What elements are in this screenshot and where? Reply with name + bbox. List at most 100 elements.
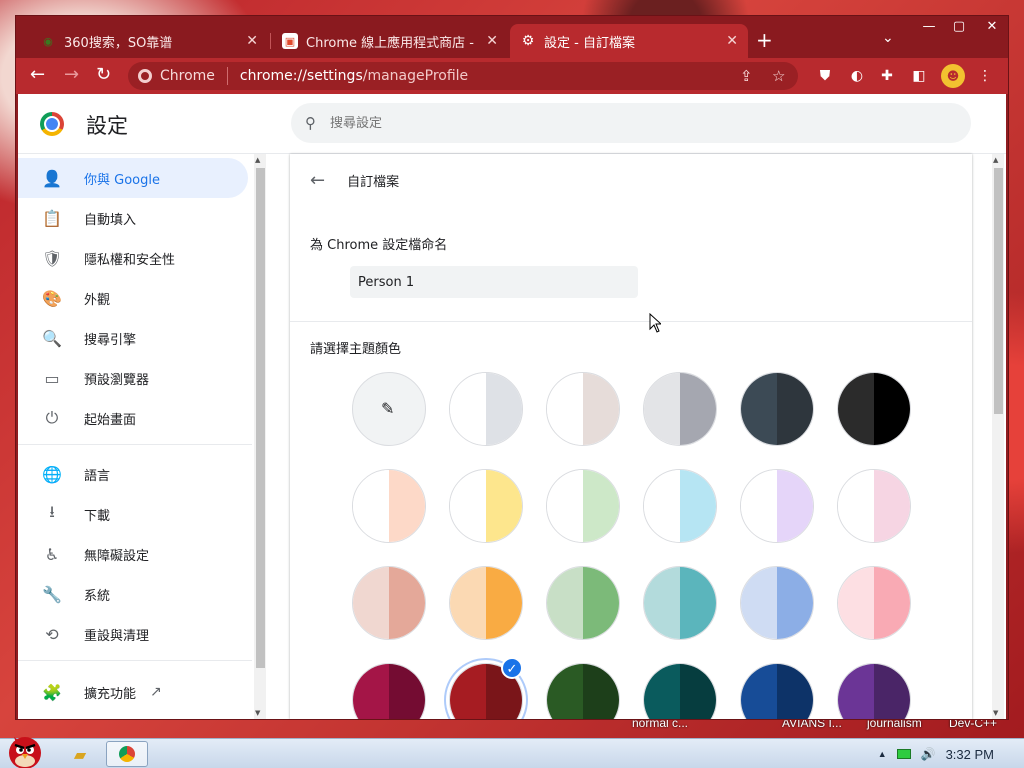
taskbar-folder-app[interactable]: ▰ — [62, 741, 98, 767]
swatch-right-half — [874, 373, 910, 445]
theme-color-swatch[interactable] — [643, 372, 717, 446]
theme-color-swatch[interactable] — [643, 566, 717, 640]
scrollbar-thumb[interactable] — [256, 168, 265, 668]
settings-page: 設定 ⚲ 👤 你與 Google 📋 自動填入 🛡 隱私權和安全性 🎨 外觀 — [18, 94, 1006, 719]
tab-web-store[interactable]: ▣ Chrome 線上應用程式商店 - chi ✕ — [272, 24, 508, 58]
scroll-up-arrow-icon[interactable]: ▲ — [993, 156, 998, 164]
theme-color-swatch[interactable] — [740, 372, 814, 446]
theme-color-swatch[interactable] — [546, 372, 620, 446]
tab-settings[interactable]: ⚙ 設定 - 自訂檔案 ✕ — [510, 24, 748, 58]
theme-color-swatch[interactable] — [546, 566, 620, 640]
theme-color-swatch[interactable] — [449, 372, 523, 446]
extensions-puzzle-icon[interactable]: ✚ — [878, 67, 896, 85]
sidebar-item-appearance[interactable]: 🎨 外觀 — [18, 278, 248, 318]
swatch-right-half — [583, 567, 619, 639]
browser-icon: ▭ — [44, 368, 60, 388]
swatch-left-half — [644, 470, 680, 542]
maximize-button[interactable]: ▢ — [944, 16, 974, 40]
theme-color-swatch[interactable] — [352, 663, 426, 719]
theme-color-swatch[interactable] — [740, 469, 814, 543]
minimize-button[interactable]: — — [914, 16, 944, 40]
theme-color-swatch[interactable] — [837, 372, 911, 446]
ublock-extension-icon[interactable]: ⛊ — [816, 67, 834, 85]
theme-color-swatch[interactable] — [352, 469, 426, 543]
new-tab-button[interactable]: + — [756, 30, 773, 50]
system-tray: ▲ 🔊 3:32 PM — [878, 739, 1024, 768]
sidebar-item-languages[interactable]: 🌐 語言 — [18, 454, 248, 494]
swatch-right-half — [486, 470, 522, 542]
close-icon[interactable]: ✕ — [246, 33, 258, 49]
sidebar-scrollbar[interactable]: ▲ ▼ — [254, 154, 266, 719]
tab-search-button[interactable]: ⌄ — [882, 30, 894, 46]
custom-color-picker-button[interactable]: ✎ — [352, 372, 426, 446]
sidebar-item-autofill[interactable]: 📋 自動填入 — [18, 198, 248, 238]
sidebar-item-accessibility[interactable]: ♿ 無障礙設定 — [18, 534, 248, 574]
swatch-left-half — [644, 567, 680, 639]
scroll-down-arrow-icon[interactable]: ▼ — [993, 709, 998, 717]
sidebar-item-label: 外觀 — [84, 292, 111, 308]
theme-color-swatch[interactable] — [837, 566, 911, 640]
sidebar-item-you-and-google[interactable]: 👤 你與 Google — [18, 158, 248, 198]
speaker-icon[interactable]: 🔊 — [921, 747, 936, 761]
close-icon[interactable]: ✕ — [486, 33, 498, 49]
sidebar-divider — [18, 660, 252, 661]
swatch-left-half — [741, 470, 777, 542]
forward-button[interactable]: → — [64, 65, 79, 85]
swatch-left-half — [450, 373, 486, 445]
close-icon[interactable]: ✕ — [726, 33, 738, 49]
settings-header: 設定 ⚲ — [18, 94, 1006, 154]
theme-color-swatch[interactable] — [449, 566, 523, 640]
theme-color-swatch[interactable] — [643, 469, 717, 543]
theme-color-swatch[interactable] — [740, 663, 814, 719]
more-menu-icon[interactable]: ⋮ — [976, 67, 994, 85]
window-controls: — ▢ ✕ — [914, 16, 1010, 40]
swatch-left-half — [353, 567, 389, 639]
theme-color-swatch[interactable] — [837, 469, 911, 543]
sidebar-item-on-startup[interactable]: ⏻ 起始畫面 — [18, 398, 248, 438]
theme-color-swatch[interactable] — [643, 663, 717, 719]
sidebar-item-downloads[interactable]: ⭳ 下載 — [18, 494, 248, 534]
swatch-left-half — [838, 470, 874, 542]
swatch-right-half — [777, 373, 813, 445]
search-input[interactable] — [330, 115, 890, 131]
swatch-left-half — [450, 470, 486, 542]
scrollbar-thumb[interactable] — [994, 168, 1003, 414]
share-icon[interactable]: ⇪ — [740, 67, 753, 85]
address-bar[interactable]: Chrome chrome://settings/manageProfile ⇪… — [128, 62, 798, 90]
theme-color-swatch[interactable] — [546, 663, 620, 719]
bookmark-star-icon[interactable]: ☆ — [772, 67, 785, 85]
start-button-bird-icon[interactable] — [4, 731, 46, 768]
sidebar-item-privacy[interactable]: 🛡 隱私權和安全性 — [18, 238, 248, 278]
sidebar-item-system[interactable]: 🔧 系統 — [18, 574, 248, 614]
back-arrow-icon[interactable]: ← — [310, 170, 325, 191]
theme-color-swatch[interactable] — [546, 469, 620, 543]
sidebar-item-search-engine[interactable]: 🔍 搜尋引擎 — [18, 318, 248, 358]
theme-color-swatch[interactable] — [449, 469, 523, 543]
scroll-down-arrow-icon[interactable]: ▼ — [255, 709, 260, 717]
tab-360-search[interactable]: ◉ 360搜索，SO靠谱 ✕ — [30, 24, 268, 58]
clipboard-icon: 📋 — [42, 208, 62, 228]
battery-icon[interactable] — [896, 749, 911, 759]
profile-name-input[interactable] — [350, 266, 638, 298]
sidebar-item-reset[interactable]: ⟲ 重設與清理 — [18, 614, 248, 654]
theme-color-swatch[interactable] — [740, 566, 814, 640]
reload-button[interactable]: ↻ — [96, 65, 111, 85]
page-title: 設定 — [86, 114, 128, 138]
clock[interactable]: 3:32 PM — [946, 747, 994, 762]
theme-color-swatch[interactable] — [352, 566, 426, 640]
flag-extension-icon[interactable]: ◐ — [848, 67, 866, 85]
person-icon: 👤 — [42, 168, 62, 188]
profile-avatar-icon[interactable]: ☻ — [941, 64, 965, 88]
close-window-button[interactable]: ✕ — [974, 16, 1010, 40]
side-panel-icon[interactable]: ◧ — [910, 67, 928, 85]
taskbar-chrome-app[interactable] — [106, 741, 148, 767]
page-scrollbar[interactable]: ▲ ▼ — [992, 154, 1004, 719]
sidebar-item-extensions[interactable]: 🧩 擴充功能 ↗ — [18, 672, 248, 712]
theme-color-swatch[interactable] — [837, 663, 911, 719]
swatch-right-half — [583, 373, 619, 445]
scroll-up-arrow-icon[interactable]: ▲ — [255, 156, 260, 164]
sidebar-item-default-browser[interactable]: ▭ 預設瀏覽器 — [18, 358, 248, 398]
show-hidden-icons-icon[interactable]: ▲ — [878, 749, 887, 759]
back-button[interactable]: ← — [30, 65, 45, 85]
settings-search[interactable]: ⚲ — [291, 103, 971, 143]
